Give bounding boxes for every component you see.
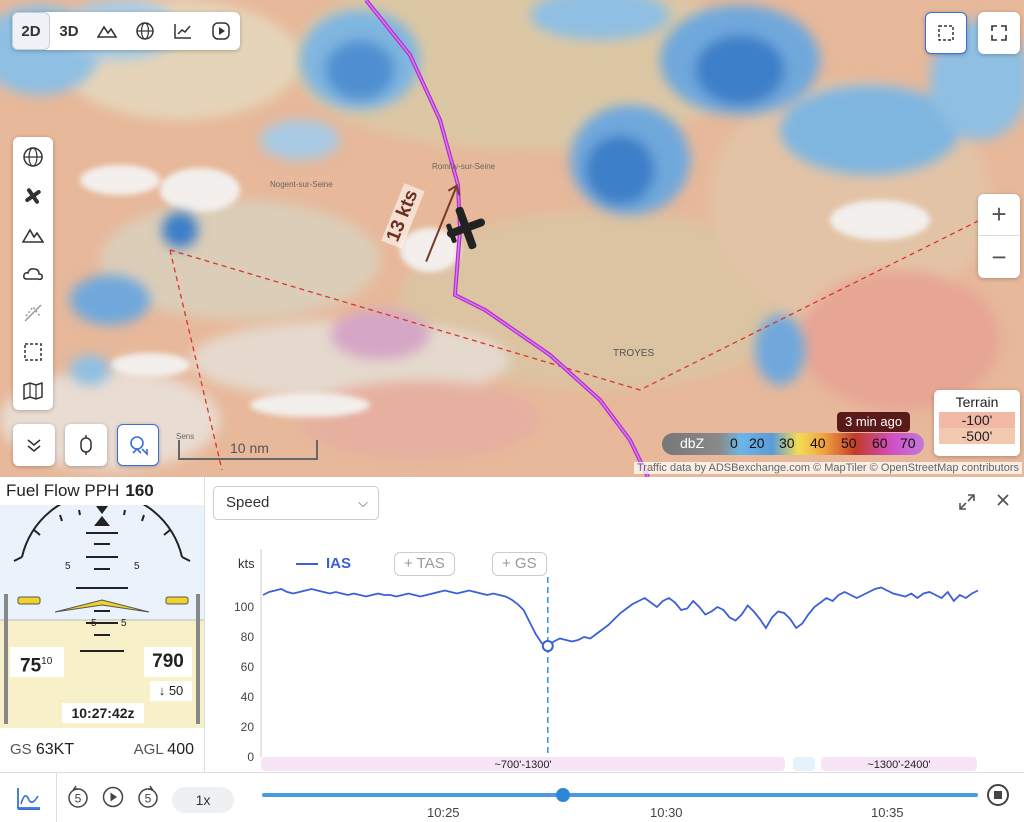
play-circle-icon[interactable]	[202, 12, 240, 50]
radar-tick: 20	[749, 435, 765, 451]
dashed-box-icon[interactable]	[13, 332, 53, 371]
zoom-out-button[interactable]: −	[978, 236, 1020, 278]
town-label-romilly: Romilly-sur-Seine	[432, 162, 496, 171]
forward-5-button[interactable]: 5	[136, 785, 160, 814]
globe-layer-icon[interactable]	[126, 12, 164, 50]
scale-bar: 10 nm	[178, 440, 318, 460]
pitch-mark: 5	[134, 561, 140, 572]
radar-tick: 70	[900, 435, 916, 451]
timeline-tick: 10:30	[650, 805, 683, 820]
radar-tick: 50	[841, 435, 857, 451]
playback-speed-button[interactable]: 1x	[172, 787, 234, 813]
radar-tick: 40	[810, 435, 826, 451]
chevron-down-icon[interactable]	[13, 424, 55, 466]
speed-tape	[4, 594, 8, 724]
clock-readout: 10:27:42z	[62, 703, 144, 723]
play-button[interactable]	[101, 785, 125, 814]
layers-toolbar	[13, 137, 53, 410]
rewind-5-button[interactable]: 5	[66, 785, 90, 814]
altitude-tape	[196, 594, 200, 724]
view-toolbar: 2D 3D	[12, 12, 240, 50]
globe-icon[interactable]	[13, 137, 53, 176]
y-tick-label: 20	[241, 720, 255, 734]
radar-age-badge: 3 min ago	[837, 412, 911, 432]
airspeed-trend: 10	[41, 656, 53, 667]
groundspeed: GS 63KT	[10, 741, 74, 759]
forward-5-label: 5	[145, 792, 152, 806]
timeline-slider[interactable]	[262, 788, 978, 802]
ias-series-line	[262, 586, 979, 648]
mountain-icon[interactable]	[13, 215, 53, 254]
gs-label: GS	[10, 741, 32, 758]
chart-panel: Speed ⌵ kts IAS + TAS + GS 0 20 40 60 80 100 …	[206, 477, 1024, 772]
chart-toggle-icon[interactable]	[16, 786, 42, 815]
person-pin-icon[interactable]	[117, 424, 159, 466]
y-tick-label: 60	[241, 660, 255, 674]
map-view[interactable]: 13 kts TROYES Romilly-sur-Seine Nogent-s…	[0, 0, 1024, 477]
terrain-legend: Terrain -100' -500'	[934, 390, 1020, 456]
primary-flight-display: Fuel Flow PPH 160 5 5 5 5 7510 790 ↓ 50 …	[0, 477, 205, 772]
map-attribution[interactable]: Traffic data by ADSBexchange.com © MapTi…	[633, 462, 1022, 474]
altitude-readout: 790	[144, 647, 192, 677]
playback-bar: 5 5 1x 10:25 10:30 10:35	[0, 772, 1024, 822]
y-tick-label: 80	[241, 630, 255, 644]
zoom-control: + −	[978, 194, 1020, 278]
terrain-legend-title: Terrain	[955, 394, 999, 410]
divider	[56, 773, 57, 822]
pitch-mark: 5	[121, 618, 127, 629]
view-3d-button[interactable]: 3D	[50, 12, 88, 50]
map-background	[0, 0, 1024, 477]
agl-label: AGL	[133, 741, 164, 758]
altitude-band-label: ~700'-1300'	[494, 759, 551, 771]
zoom-in-button[interactable]: +	[978, 194, 1020, 236]
fuel-flow-value: 160	[125, 481, 154, 500]
gs-value: 63KT	[35, 741, 75, 758]
agl: AGL 400	[134, 741, 194, 759]
no-fly-icon[interactable]	[13, 293, 53, 332]
y-tick-label: 100	[234, 600, 254, 614]
radar-tick: 0	[730, 435, 738, 451]
fullscreen-icon[interactable]	[978, 12, 1020, 54]
radar-tick: 30	[779, 435, 795, 451]
weather-cloud-icon[interactable]	[13, 254, 53, 293]
fuel-flow-label: Fuel Flow PPH	[6, 481, 120, 500]
time-cursor-marker	[541, 640, 554, 652]
speed-chart[interactable]: 0 20 40 60 80 100 ~700'-1300' ~1300'-2400'	[206, 477, 1024, 772]
timeline-tick: 10:25	[427, 805, 460, 820]
y-tick-label: 40	[241, 690, 255, 704]
timeline-handle[interactable]	[555, 788, 570, 802]
agl-value: 400	[167, 741, 194, 758]
radar-tick: 60	[872, 435, 888, 451]
vertical-speed-readout: ↓ 50	[150, 681, 192, 701]
pin-icon[interactable]	[65, 424, 107, 466]
pitch-mark: 5	[91, 618, 97, 629]
selection-icon[interactable]	[925, 12, 967, 54]
terrain-mountain-icon[interactable]	[88, 12, 126, 50]
rewind-5-label: 5	[75, 792, 82, 806]
chart-line-icon[interactable]	[164, 12, 202, 50]
y-tick-label: 0	[247, 750, 254, 764]
plane-icon[interactable]	[13, 176, 53, 215]
altitude-band-label: ~1300'-2400'	[867, 759, 930, 771]
timeline-tick: 10:35	[871, 805, 904, 820]
pitch-mark: 5	[65, 561, 71, 572]
stop-button[interactable]	[987, 784, 1009, 806]
city-label: TROYES	[613, 348, 655, 359]
altitude-band-gap	[793, 757, 815, 771]
terrain-level: -500'	[939, 428, 1015, 444]
town-label-nogent: Nogent-sur-Seine	[270, 180, 333, 189]
radar-unit: dbZ	[680, 435, 705, 451]
airspeed-value: 75	[20, 655, 42, 677]
terrain-level: -100'	[939, 412, 1015, 428]
view-2d-button[interactable]: 2D	[12, 12, 50, 50]
map-icon[interactable]	[13, 371, 53, 410]
airspeed-readout: 7510	[10, 647, 64, 677]
radar-legend: dbZ 0 20 30 40 50 60 70	[662, 433, 924, 455]
fuel-flow-header: Fuel Flow PPH 160	[0, 477, 204, 505]
pfd-footer: GS 63KT AGL 400	[0, 728, 204, 772]
